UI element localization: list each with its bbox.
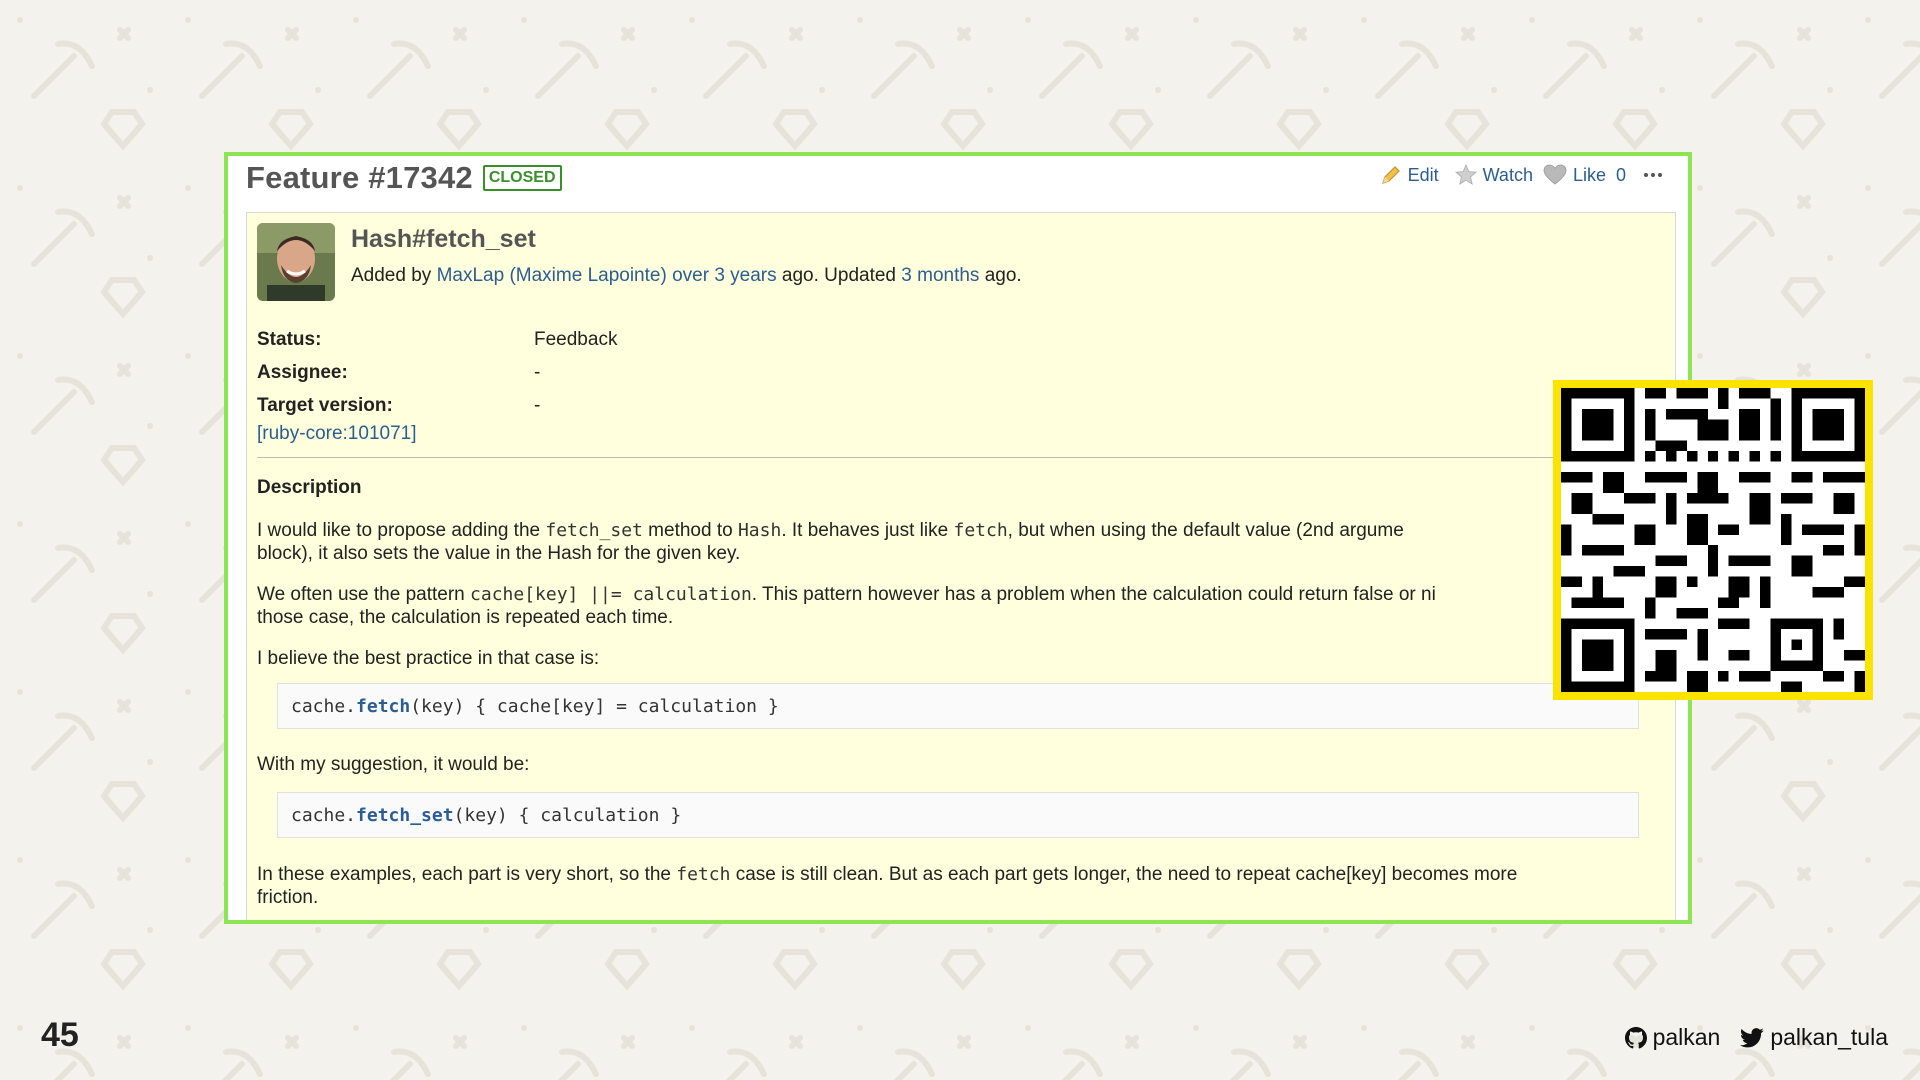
edit-label: Edit [1407,164,1439,185]
issue-attributes: Status: Feedback Assignee: - Target versio… [257,323,617,422]
status-badge: CLOSED [482,165,562,191]
divider [257,457,1665,458]
issue-panel: Hash#fetch_set Added by MaxLap (Maxime L… [246,212,1676,920]
twitter-handle[interactable]: palkan_tula [1740,1024,1888,1051]
avatar [257,223,335,301]
page-number: 45 [41,1016,79,1054]
description-paragraph: I would like to propose adding the fetch… [257,520,1404,564]
like-label: Like [1572,164,1606,185]
watch-label: Watch [1482,164,1533,185]
github-username: palkan [1652,1024,1721,1050]
ruby-core-link[interactable]: [ruby-core:101071] [257,423,417,445]
like-button[interactable]: Like 0 [1543,164,1626,186]
issue-subject: Hash#fetch_set [351,225,536,253]
issue-card: Feature #17342 CLOSED Edit Watch Like 0 [224,152,1692,924]
description-paragraph: In these examples, each part is very sho… [257,864,1518,908]
qr-code-frame [1553,380,1873,700]
attr-target-version: Target version: - [257,394,541,416]
qr-code[interactable] [1561,388,1865,692]
issue-title: Feature #17342 [246,160,473,195]
heart-icon [1543,164,1567,185]
more-icon[interactable] [1644,173,1662,177]
footer-handles: palkan palkan_tula [1605,1024,1888,1051]
issue-actions: Edit Watch Like 0 [1364,164,1662,186]
description-paragraph: I believe the best practice in that case… [257,648,600,669]
created-link[interactable]: over 3 years [672,265,777,286]
twitter-username: palkan_tula [1770,1024,1888,1050]
issue-byline: Added by MaxLap (Maxime Lapointe) over 3… [351,265,1022,286]
description-paragraph: With my suggestion, it would be: [257,754,530,775]
issue-header: Feature #17342 CLOSED [246,160,562,196]
description-paragraph: We often use the pattern cache[key] ||= … [257,584,1436,628]
updated-link[interactable]: 3 months [901,265,979,286]
code-block: cache. fetch (key) { cache[key] = calculat… [277,683,1639,729]
description-heading: Description [257,477,362,498]
code-block: cache. fetch_set (key) { calculation } [277,792,1639,838]
star-icon [1454,164,1477,185]
like-count: 0 [1615,164,1626,185]
attr-assignee: Assignee: - [257,361,541,383]
attr-status: Status: Feedback [257,328,618,350]
watch-button[interactable]: Watch [1454,164,1533,186]
author-link[interactable]: MaxLap (Maxime Lapointe) [437,265,667,286]
twitter-icon [1740,1027,1764,1047]
github-handle[interactable]: palkan [1624,1024,1721,1051]
github-icon [1624,1026,1647,1048]
edit-button[interactable]: Edit [1380,164,1439,186]
pencil-icon [1381,166,1400,184]
